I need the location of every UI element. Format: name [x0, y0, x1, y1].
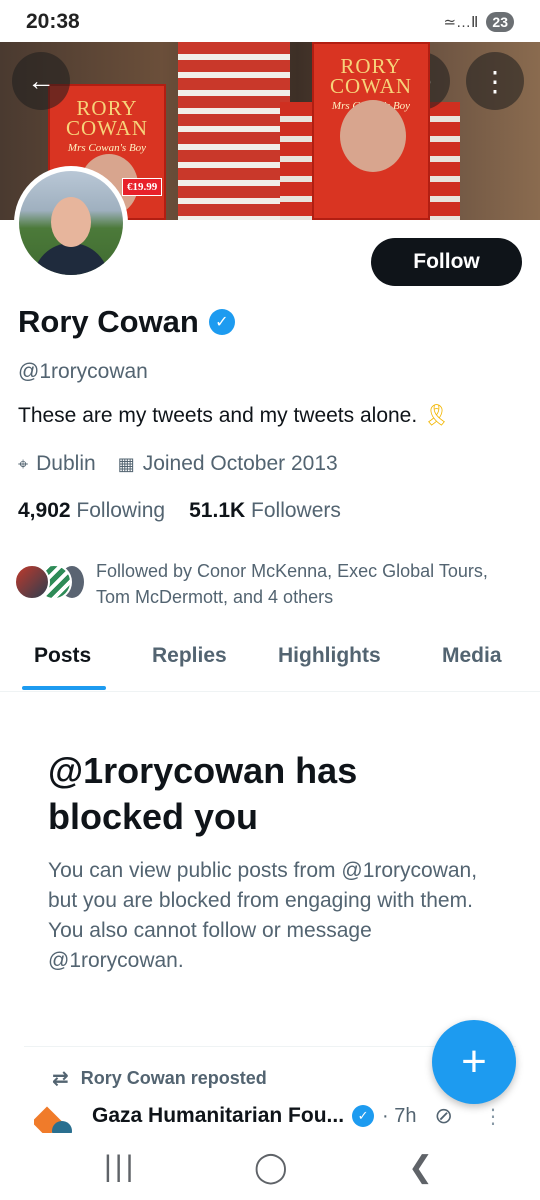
verified-badge-icon[interactable]: ✓ — [208, 309, 235, 335]
system-nav-bar: ||| ◯ ❮ — [0, 1136, 540, 1200]
profile-avatar[interactable] — [14, 166, 128, 280]
following-link[interactable]: 4,902 Following — [18, 499, 165, 523]
more-options-button[interactable]: ⋮ — [466, 52, 524, 110]
book-title: RORY COWAN — [330, 54, 412, 98]
active-tab-indicator — [22, 686, 106, 690]
grok-icon[interactable]: ⊘ — [435, 1103, 453, 1129]
avatar-photo — [19, 171, 123, 275]
location-text: Dublin — [36, 452, 96, 475]
tab-posts[interactable]: Posts — [34, 644, 91, 668]
compose-post-button[interactable]: + — [432, 1020, 516, 1104]
tab-highlights[interactable]: Highlights — [278, 644, 381, 668]
bio-text: These are my tweets and my tweets alone. — [18, 404, 418, 427]
arrow-left-icon: ← — [27, 65, 55, 96]
book-stack — [178, 42, 290, 220]
ribbon-emoji: 🎗 — [423, 404, 450, 427]
display-name: Rory Cowan ✓ — [18, 304, 235, 340]
follow-counts: 4,902 Following 51.1K Followers — [18, 499, 341, 523]
following-label: Following — [76, 499, 166, 522]
book-title: RORY COWAN — [66, 96, 148, 140]
more-vertical-icon[interactable]: ⋮ — [483, 1104, 503, 1129]
recents-icon[interactable]: ||| — [104, 1150, 136, 1184]
battery-indicator: 23 — [486, 12, 514, 32]
status-time: 20:38 — [26, 10, 80, 33]
status-icons: ≃…Ⅱ 23 — [443, 12, 514, 32]
profile-handle: @1rorycowan — [18, 360, 148, 383]
followed-by-row[interactable]: Followed by Conor McKenna, Exec Global T… — [14, 558, 514, 610]
tab-media[interactable]: Media — [442, 644, 502, 668]
location-pin-icon: ⌖ — [18, 453, 29, 474]
display-name-text: Rory Cowan — [18, 304, 199, 339]
repost-icon: ⇄ — [52, 1068, 69, 1090]
book-cover-portrait — [340, 100, 406, 172]
book-subtitle: Mrs Cowan's Boy — [67, 142, 147, 154]
follow-button[interactable]: Follow — [371, 238, 522, 286]
blocked-title: @1rorycowan has blocked you — [48, 750, 358, 837]
post-timestamp: · 7h — [382, 1104, 417, 1127]
post-author-avatar[interactable] — [34, 1099, 74, 1133]
price-tag: €19.99 — [122, 178, 163, 196]
joined-date: Joined October 2013 — [142, 452, 338, 475]
post-author-name[interactable]: Gaza Humanitarian Fou... — [92, 1104, 344, 1128]
blocked-message: You can view public posts from @1rorycow… — [48, 859, 478, 972]
repost-label: Rory Cowan reposted — [80, 1068, 267, 1088]
home-icon[interactable]: ◯ — [254, 1150, 288, 1185]
repost-context[interactable]: ⇄ Rory Cowan reposted — [52, 1066, 267, 1091]
profile-tabs: Posts Replies Highlights Media — [0, 632, 540, 692]
followers-count: 51.1K — [189, 499, 246, 522]
calendar-icon: ▦ — [117, 453, 135, 474]
followers-label: Followers — [251, 499, 341, 522]
profile-bio: These are my tweets and my tweets alone.… — [18, 404, 450, 428]
followed-by-text: Followed by Conor McKenna, Exec Global T… — [96, 561, 488, 607]
profile-meta: ⌖ Dublin ▦ Joined October 2013 — [18, 452, 338, 476]
followers-link[interactable]: 51.1K Followers — [189, 499, 341, 523]
back-icon[interactable]: ❮ — [408, 1150, 433, 1185]
followed-by-avatars — [14, 558, 86, 600]
status-bar: 20:38 ≃…Ⅱ 23 — [0, 0, 540, 42]
verified-badge-icon: ✓ — [352, 1105, 375, 1127]
following-count: 4,902 — [18, 499, 71, 522]
plus-icon: + — [461, 1037, 487, 1086]
more-vertical-icon: ⋮ — [481, 65, 509, 97]
post-header[interactable]: Gaza Humanitarian Fou... ✓ · 7h ⊘ ⋮ — [34, 1099, 520, 1133]
logo-shape — [52, 1121, 72, 1133]
wifi-signal-icon: ≃…Ⅱ — [443, 14, 479, 31]
avatar-face — [51, 197, 91, 247]
tab-replies[interactable]: Replies — [152, 644, 227, 668]
back-button[interactable]: ← — [12, 52, 70, 110]
avatar-body — [33, 243, 109, 275]
avatar — [14, 564, 50, 600]
book-cover-right: RORY COWAN Mrs Cowan's Boy — [312, 42, 430, 220]
